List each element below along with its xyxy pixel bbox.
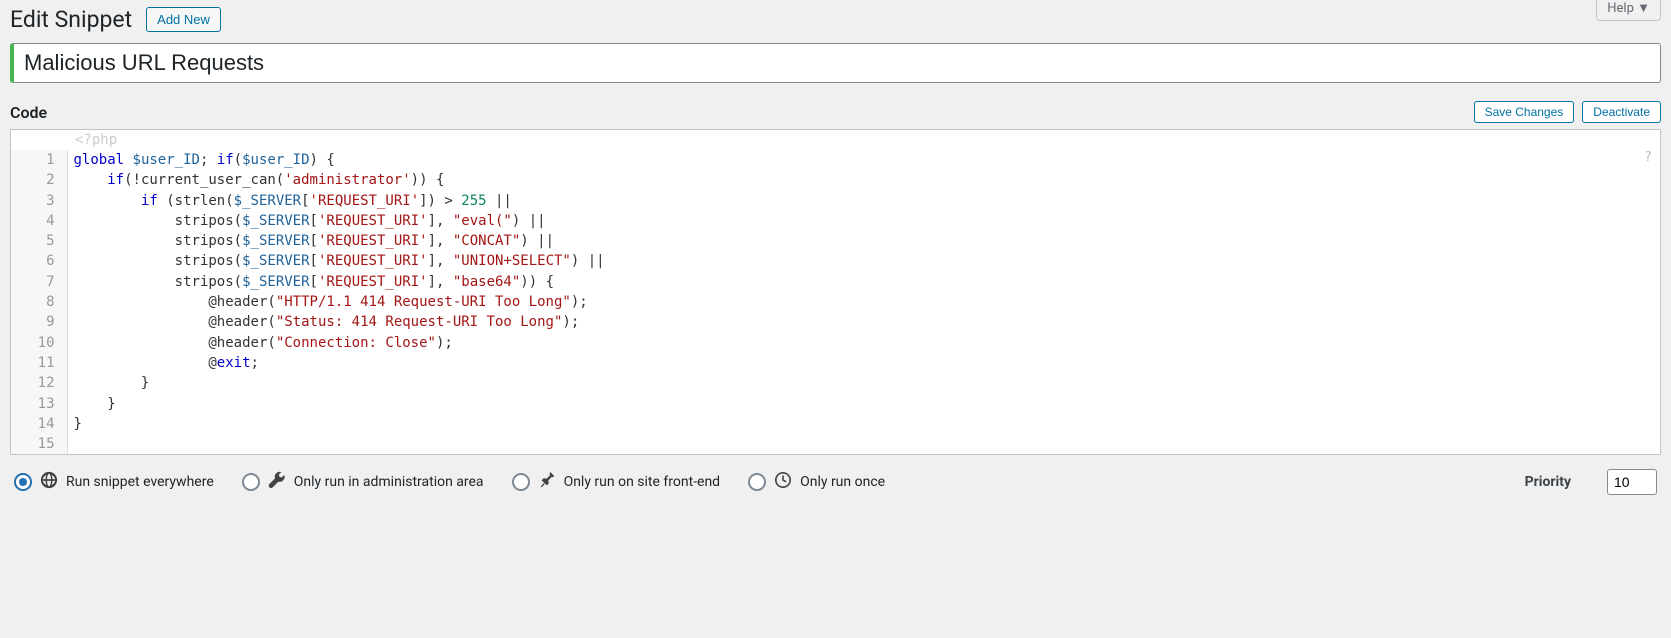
radio-icon <box>748 473 766 491</box>
run-once-option[interactable]: Only run once <box>748 471 885 493</box>
priority-label: Priority <box>1525 474 1571 490</box>
code-line[interactable]: 5 stripos($_SERVER['REQUEST_URI'], "CONC… <box>11 231 1660 251</box>
line-number: 11 <box>11 353 67 373</box>
code-line[interactable]: 2 if(!current_user_can('administrator'))… <box>11 170 1660 190</box>
line-number: 7 <box>11 272 67 292</box>
run-everywhere-label: Run snippet everywhere <box>66 474 214 490</box>
line-number: 4 <box>11 211 67 231</box>
code-content[interactable]: if (strlen($_SERVER['REQUEST_URI']) > 25… <box>67 191 1660 211</box>
code-content[interactable]: } <box>67 414 1660 434</box>
clock-icon <box>774 471 792 493</box>
line-number: 1 <box>11 150 67 170</box>
save-changes-button[interactable]: Save Changes <box>1474 101 1575 123</box>
pin-icon <box>538 471 556 493</box>
code-heading: Code <box>10 103 47 122</box>
php-open-tag: <?php <box>75 132 117 148</box>
code-content[interactable]: stripos($_SERVER['REQUEST_URI'], "UNION+… <box>67 251 1660 271</box>
code-content[interactable]: @header("Connection: Close"); <box>67 333 1660 353</box>
run-frontend-label: Only run on site front-end <box>564 474 721 490</box>
code-line[interactable]: 7 stripos($_SERVER['REQUEST_URI'], "base… <box>11 272 1660 292</box>
line-number: 2 <box>11 170 67 190</box>
code-line[interactable]: 11 @exit; <box>11 353 1660 373</box>
line-number: 14 <box>11 414 67 434</box>
code-line[interactable]: 12 } <box>11 373 1660 393</box>
code-content[interactable] <box>67 434 1660 454</box>
line-number: 6 <box>11 251 67 271</box>
run-admin-label: Only run in administration area <box>294 474 484 490</box>
line-number: 15 <box>11 434 67 454</box>
radio-icon <box>242 473 260 491</box>
priority-input[interactable] <box>1607 469 1657 495</box>
globe-icon <box>40 471 58 493</box>
code-content[interactable]: @header("Status: 414 Request-URI Too Lon… <box>67 312 1660 332</box>
code-content[interactable]: stripos($_SERVER['REQUEST_URI'], "CONCAT… <box>67 231 1660 251</box>
deactivate-button[interactable]: Deactivate <box>1582 101 1661 123</box>
page-title: Edit Snippet <box>10 6 132 33</box>
code-content[interactable]: @header("HTTP/1.1 414 Request-URI Too Lo… <box>67 292 1660 312</box>
code-line[interactable]: 9 @header("Status: 414 Request-URI Too L… <box>11 312 1660 332</box>
line-number: 5 <box>11 231 67 251</box>
line-number: 13 <box>11 394 67 414</box>
help-tab[interactable]: Help ▼ <box>1596 0 1661 21</box>
code-line[interactable]: 1global $user_ID; if($user_ID) { <box>11 150 1660 170</box>
code-line[interactable]: 3 if (strlen($_SERVER['REQUEST_URI']) > … <box>11 191 1660 211</box>
radio-checked-icon <box>14 473 32 491</box>
add-new-button[interactable]: Add New <box>146 7 221 32</box>
code-line[interactable]: 8 @header("HTTP/1.1 414 Request-URI Too … <box>11 292 1660 312</box>
code-content[interactable]: } <box>67 394 1660 414</box>
code-line[interactable]: 15 <box>11 434 1660 454</box>
code-content[interactable]: } <box>67 373 1660 393</box>
code-editor[interactable]: <?php ? 1global $user_ID; if($user_ID) {… <box>10 129 1661 455</box>
code-line[interactable]: 10 @header("Connection: Close"); <box>11 333 1660 353</box>
run-once-label: Only run once <box>800 474 885 490</box>
code-content[interactable]: global $user_ID; if($user_ID) { <box>67 150 1660 170</box>
line-number: 3 <box>11 191 67 211</box>
code-line[interactable]: 14} <box>11 414 1660 434</box>
line-number: 9 <box>11 312 67 332</box>
code-content[interactable]: stripos($_SERVER['REQUEST_URI'], "base64… <box>67 272 1660 292</box>
code-line[interactable]: 4 stripos($_SERVER['REQUEST_URI'], "eval… <box>11 211 1660 231</box>
code-line[interactable]: 6 stripos($_SERVER['REQUEST_URI'], "UNIO… <box>11 251 1660 271</box>
editor-help-icon[interactable]: ? <box>1644 150 1652 165</box>
code-content[interactable]: if(!current_user_can('administrator')) { <box>67 170 1660 190</box>
line-number: 8 <box>11 292 67 312</box>
snippet-title-input[interactable] <box>24 50 1650 76</box>
code-content[interactable]: stripos($_SERVER['REQUEST_URI'], "eval("… <box>67 211 1660 231</box>
line-number: 12 <box>11 373 67 393</box>
wrench-icon <box>268 471 286 493</box>
run-everywhere-option[interactable]: Run snippet everywhere <box>14 471 214 493</box>
line-number: 10 <box>11 333 67 353</box>
code-line[interactable]: 13 } <box>11 394 1660 414</box>
run-admin-option[interactable]: Only run in administration area <box>242 471 484 493</box>
radio-icon <box>512 473 530 491</box>
run-frontend-option[interactable]: Only run on site front-end <box>512 471 721 493</box>
code-content[interactable]: @exit; <box>67 353 1660 373</box>
snippet-title-wrap <box>10 43 1661 83</box>
